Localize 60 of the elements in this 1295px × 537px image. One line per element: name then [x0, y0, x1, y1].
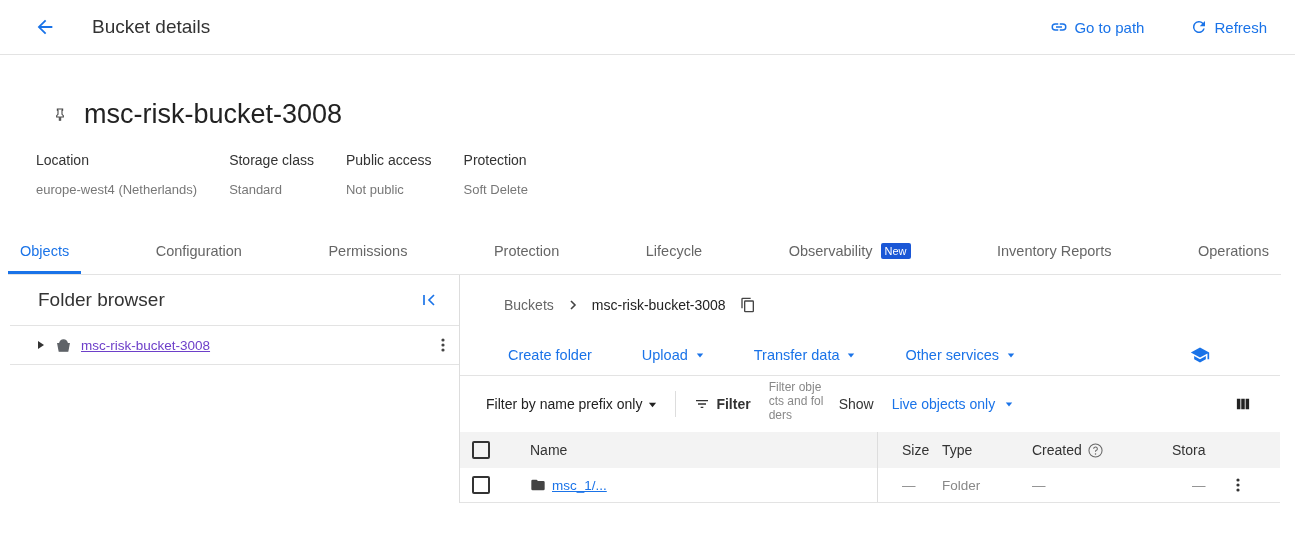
tab[interactable]: Objects — [8, 235, 82, 274]
caret-icon — [1006, 351, 1015, 359]
toolbar-button[interactable]: Other services — [899, 346, 1021, 364]
toolbar-button[interactable]: Upload — [635, 346, 710, 364]
chevron-icon — [567, 300, 578, 310]
toolbar-button[interactable]: Create folder — [502, 346, 598, 364]
row-checkbox[interactable] — [472, 476, 490, 494]
column-header[interactable]: Stora — [1172, 442, 1236, 458]
table-cell-text: — — [1191, 477, 1207, 493]
panel-title: Folder browser — [38, 289, 165, 311]
tab[interactable]: Observability New — [776, 235, 923, 274]
toolbar-button[interactable]: Transfer data — [747, 346, 862, 364]
meta-label: Location — [36, 152, 90, 168]
expand-icon[interactable] — [36, 340, 46, 350]
page-title: Bucket details — [92, 16, 211, 38]
new-badge: New — [880, 243, 911, 259]
tab[interactable]: Permissions — [316, 235, 420, 274]
folder-link[interactable]: msc_1/... — [552, 477, 607, 493]
tab[interactable]: Protection — [481, 235, 572, 274]
tree-item[interactable]: msc-risk-bucket-3008 — [10, 326, 459, 365]
bucket-link[interactable]: msc-risk-bucket-3008 — [81, 337, 211, 353]
school-icon[interactable] — [1190, 345, 1210, 365]
meta-label: Protection — [463, 152, 528, 168]
column-header[interactable]: Size — [877, 432, 942, 468]
table-cell-text: — — [1032, 477, 1047, 493]
folder-icon — [530, 477, 546, 493]
tab[interactable]: Operations — [1186, 235, 1281, 274]
more-icon[interactable] — [1236, 477, 1240, 493]
bucket-name: msc-risk-bucket-3008 — [84, 99, 343, 130]
caret-icon — [1005, 400, 1014, 408]
meta-value: Soft Delete — [463, 182, 528, 197]
copy-icon[interactable] — [739, 297, 756, 313]
show-label: Show — [838, 396, 874, 412]
meta-value: europe-west4 (Netherlands) — [36, 182, 198, 197]
column-header[interactable]: Type — [942, 442, 1032, 458]
table-cell-text: Folder — [942, 477, 982, 493]
tab[interactable]: Lifecycle — [633, 235, 715, 274]
caret-icon — [847, 351, 856, 359]
column-display-icon[interactable] — [1236, 397, 1250, 411]
help-icon[interactable] — [1087, 442, 1103, 458]
breadcrumb-current: msc-risk-bucket-3008 — [591, 297, 726, 313]
header-action-button[interactable]: Refresh — [1180, 12, 1277, 42]
table-cell: — — [877, 468, 942, 502]
breadcrumb-link[interactable]: Buckets — [504, 297, 554, 313]
filter-mode-dropdown[interactable]: Filter by name prefix only — [480, 395, 664, 413]
header-action-button[interactable]: Go to path — [1040, 12, 1155, 42]
column-header[interactable]: Created — [1032, 442, 1082, 458]
meta-label: Storage class — [229, 152, 314, 168]
show-dropdown[interactable]: Live objects only — [885, 395, 1020, 413]
select-all-checkbox[interactable] — [472, 441, 490, 459]
filter-button[interactable]: Filter — [688, 395, 757, 413]
meta-value: Standard — [229, 182, 283, 197]
caret-icon — [695, 351, 704, 359]
tab[interactable]: Inventory Reports — [985, 235, 1124, 274]
meta-label: Public access — [345, 152, 432, 168]
meta-value: Not public — [345, 182, 405, 197]
tab[interactable]: Configuration — [143, 235, 254, 274]
column-header[interactable]: Name — [522, 442, 877, 458]
bucket-icon — [56, 337, 71, 353]
more-icon[interactable] — [441, 337, 445, 353]
